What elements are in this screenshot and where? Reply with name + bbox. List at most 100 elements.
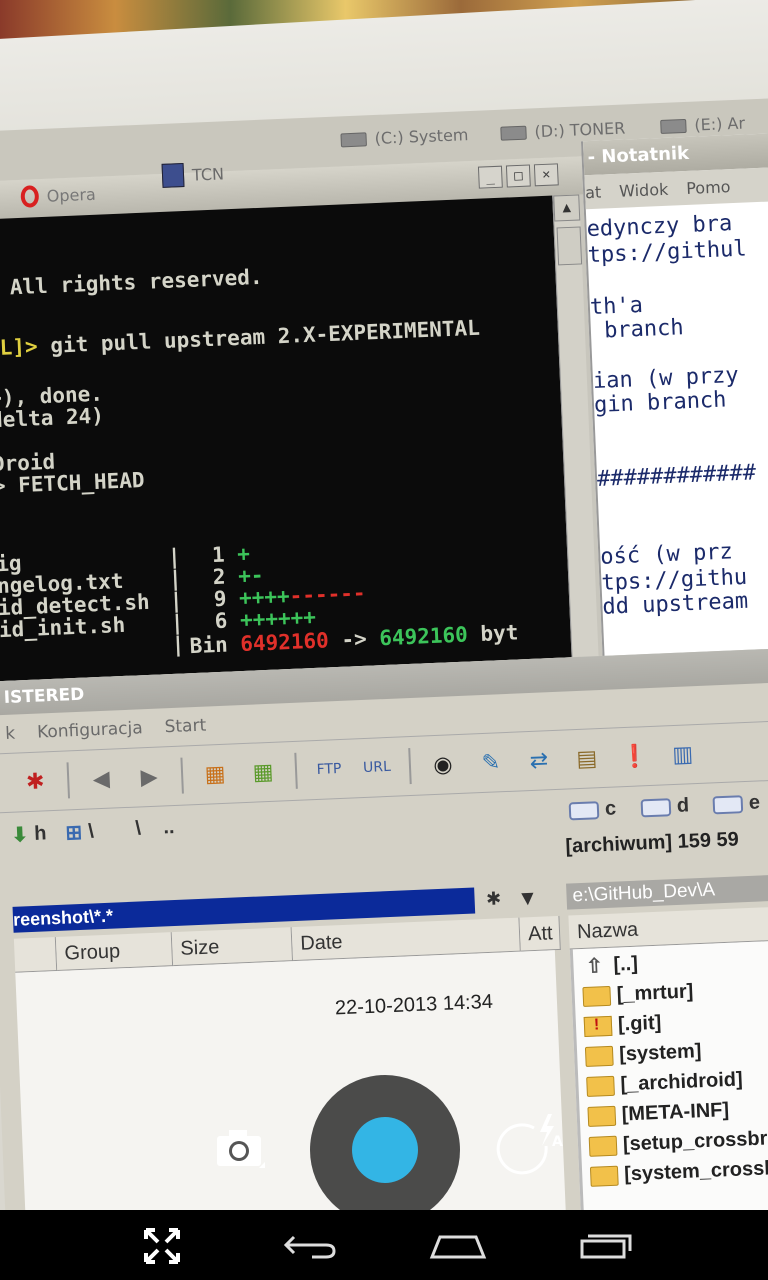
- text-line: dd upstream: [601, 588, 749, 620]
- camera-mode-button[interactable]: [215, 1126, 265, 1172]
- scroll-up-icon[interactable]: ▲: [553, 194, 581, 222]
- file-name: [_archidroid]: [620, 1068, 744, 1096]
- list-item[interactable]: [_mrtur]: [582, 980, 694, 1008]
- left-file-list[interactable]: [15, 950, 567, 1210]
- tree-icon: ⊞: [65, 821, 83, 845]
- tree-button[interactable]: ⊞ \: [65, 819, 94, 845]
- stat-divider: |: [171, 632, 185, 657]
- stat-row: 1 +: [211, 542, 250, 568]
- flash-auto-icon: A: [496, 1114, 563, 1175]
- toolbar-separator: [408, 748, 412, 785]
- right-path-bar[interactable]: e:\GitHub_Dev\A: [566, 872, 768, 910]
- shutter-button[interactable]: [352, 1117, 418, 1183]
- folder-icon: [584, 1045, 614, 1067]
- camera-icon: [217, 1130, 265, 1168]
- terminal-line: . All rights reserved.: [0, 264, 264, 301]
- stat-count: 6: [214, 608, 228, 634]
- opera-icon: [20, 185, 40, 208]
- column-header-name[interactable]: [13, 937, 58, 973]
- drive-button-d[interactable]: d: [640, 794, 690, 819]
- menu-item-pomoc[interactable]: Pomo: [686, 177, 731, 198]
- menu-item-start[interactable]: Start: [164, 716, 206, 738]
- file-name: [system]: [618, 1040, 702, 1066]
- list-item[interactable]: [META-INF]: [587, 1099, 729, 1128]
- back-arrow-icon[interactable]: ◀: [85, 762, 118, 795]
- stat-marks: ++++++: [239, 604, 317, 633]
- column-header-size[interactable]: Size: [171, 927, 294, 967]
- flash-mode-label: A: [552, 1134, 563, 1150]
- navigation-bar: [0, 1210, 768, 1280]
- drive-icon: [568, 800, 600, 820]
- drive-icon: [712, 794, 744, 814]
- column-header-att[interactable]: Att: [519, 915, 561, 952]
- opera-taskbar-item: Opera: [20, 183, 96, 208]
- sync-icon[interactable]: ⇄: [522, 744, 555, 777]
- file-name: [..]: [613, 952, 639, 976]
- drive-down-icon: ⬇: [11, 824, 29, 847]
- root-label: \: [134, 817, 142, 840]
- file-name: [META-INF]: [621, 1099, 730, 1126]
- stat-divider: |: [168, 566, 183, 591]
- column-header-group[interactable]: Group: [55, 932, 174, 972]
- url-icon[interactable]: URL: [360, 751, 393, 784]
- drive-c-shortcut: (C:) System: [340, 125, 469, 149]
- unpack-icon[interactable]: ▦: [246, 756, 279, 789]
- list-item[interactable]: [.git]: [583, 1012, 662, 1038]
- minimize-button: _: [477, 165, 503, 189]
- stat-divider: |: [167, 544, 182, 569]
- binoculars-icon[interactable]: ◉: [426, 748, 459, 781]
- recents-icon[interactable]: [576, 1224, 636, 1268]
- stat-divider: |: [169, 588, 184, 613]
- bin-from: 6492160: [239, 628, 330, 657]
- folder-icon: [589, 1165, 619, 1187]
- back-icon[interactable]: [280, 1224, 340, 1268]
- floppy-icon: [161, 163, 185, 188]
- parent-button[interactable]: ..: [163, 816, 175, 839]
- drive-button-c[interactable]: c: [568, 797, 617, 822]
- command-text: git pull upstream 2.X-EXPERIMENTAL: [49, 315, 481, 358]
- root-button[interactable]: \: [135, 817, 142, 840]
- right-file-list[interactable]: ⇧ [..] [_mrtur] [.git] [system] [_archidr…: [569, 938, 768, 1210]
- chevron-down-icon[interactable]: ▼: [512, 885, 543, 912]
- notepad-icon[interactable]: ▥: [666, 738, 699, 771]
- auto-flash-button[interactable]: A: [494, 1112, 564, 1178]
- list-item[interactable]: [system]: [584, 1040, 702, 1068]
- pack-icon[interactable]: ▦: [198, 758, 231, 791]
- bin-to: 6492160: [378, 622, 469, 651]
- list-item[interactable]: [_archidroid]: [586, 1068, 743, 1098]
- home-icon[interactable]: [428, 1224, 488, 1268]
- star-icon[interactable]: ✱: [482, 886, 505, 913]
- terminal-output: . All rights reserved. AL]> git pull ups…: [0, 195, 573, 682]
- drive-e-shortcut: (E:) Ar: [660, 113, 745, 136]
- drive-button-h[interactable]: ⬇ h: [11, 821, 47, 847]
- list-item[interactable]: ⇧ [..]: [581, 952, 639, 978]
- folder-icon: [586, 1075, 615, 1097]
- stat-row: 6 ++++++: [214, 604, 317, 634]
- stat-count: 9: [213, 586, 227, 612]
- drive-icon: [660, 118, 687, 134]
- menu-item[interactable]: k: [5, 724, 16, 744]
- drive-button-e[interactable]: e: [712, 791, 760, 816]
- list-item[interactable]: [system_crossb: [589, 1157, 768, 1188]
- parent-label: ..: [162, 815, 175, 839]
- copy-names-icon[interactable]: ▤: [570, 742, 603, 775]
- fullscreen-icon[interactable]: [132, 1224, 192, 1268]
- sparkle-icon[interactable]: ✱: [19, 765, 52, 798]
- disk-space-info: [archiwum] 159 59: [565, 828, 740, 858]
- folder-alert-icon[interactable]: ❗: [618, 740, 651, 773]
- stat-divider: |: [170, 610, 184, 635]
- forward-arrow-icon[interactable]: ▶: [133, 760, 166, 793]
- close-button: ×: [533, 163, 559, 187]
- scroll-thumb[interactable]: [556, 226, 583, 266]
- list-item[interactable]: [setup_crossbre: [588, 1127, 768, 1158]
- rename-icon[interactable]: ✎: [474, 746, 507, 779]
- monitor-screen: (C:) System (D:) TONER (E:) Ar Opera TCN…: [0, 0, 768, 1210]
- drive-icon: [640, 797, 672, 817]
- menu-item-widok[interactable]: Widok: [619, 179, 669, 200]
- ftp-icon[interactable]: FTP: [312, 753, 345, 786]
- menu-item-konfiguracja[interactable]: Konfiguracja: [37, 718, 143, 742]
- menu-item[interactable]: at: [585, 182, 602, 202]
- bin-label: Bin: [189, 632, 229, 659]
- stat-count: 1: [211, 542, 226, 568]
- maximize-button: □: [505, 164, 531, 188]
